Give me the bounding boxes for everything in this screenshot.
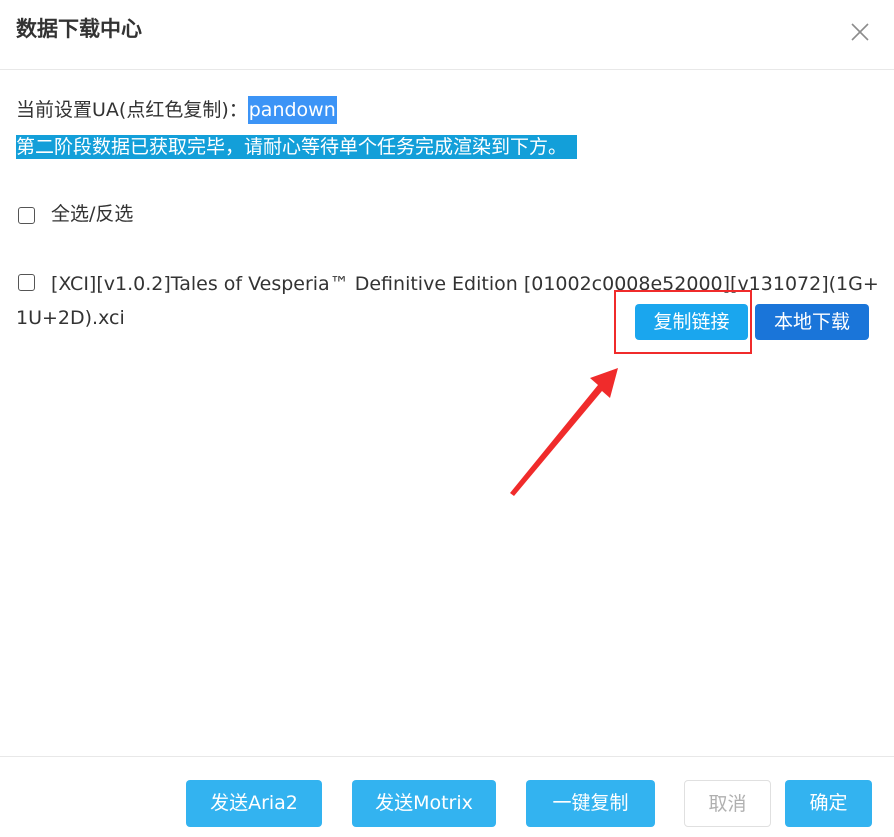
cancel-button[interactable]: 取消 (684, 780, 771, 827)
status-message: 第二阶段数据已获取完毕，请耐心等待单个任务完成渲染到下方。 (16, 135, 578, 159)
ua-label: 当前设置UA(点红色复制)： (16, 99, 248, 121)
select-all-checkbox[interactable] (18, 207, 35, 224)
close-button[interactable] (846, 18, 874, 46)
close-icon (851, 23, 869, 41)
dialog-title: 数据下载中心 (16, 17, 142, 41)
download-center-dialog: 数据下载中心 当前设置UA(点红色复制)：pandown 第二阶段数据已获取完毕… (0, 0, 894, 837)
dialog-header: 数据下载中心 (0, 0, 894, 70)
copy-all-button[interactable]: 一键复制 (526, 780, 655, 827)
send-motrix-button[interactable]: 发送Motrix (352, 780, 496, 827)
file-name: [XCI][v1.0.2]Tales of Vesperia™ Definiti… (16, 273, 879, 329)
copy-link-button[interactable]: 复制链接 (635, 304, 748, 340)
ua-value-copy[interactable]: pandown (247, 96, 337, 124)
send-aria2-button[interactable]: 发送Aria2 (186, 780, 322, 827)
select-all-label: 全选/反选 (51, 203, 134, 225)
confirm-button[interactable]: 确定 (785, 780, 872, 827)
ua-setting-line: 当前设置UA(点红色复制)：pandown (16, 96, 337, 124)
local-download-button[interactable]: 本地下载 (755, 304, 869, 340)
arrow-icon (510, 368, 618, 496)
